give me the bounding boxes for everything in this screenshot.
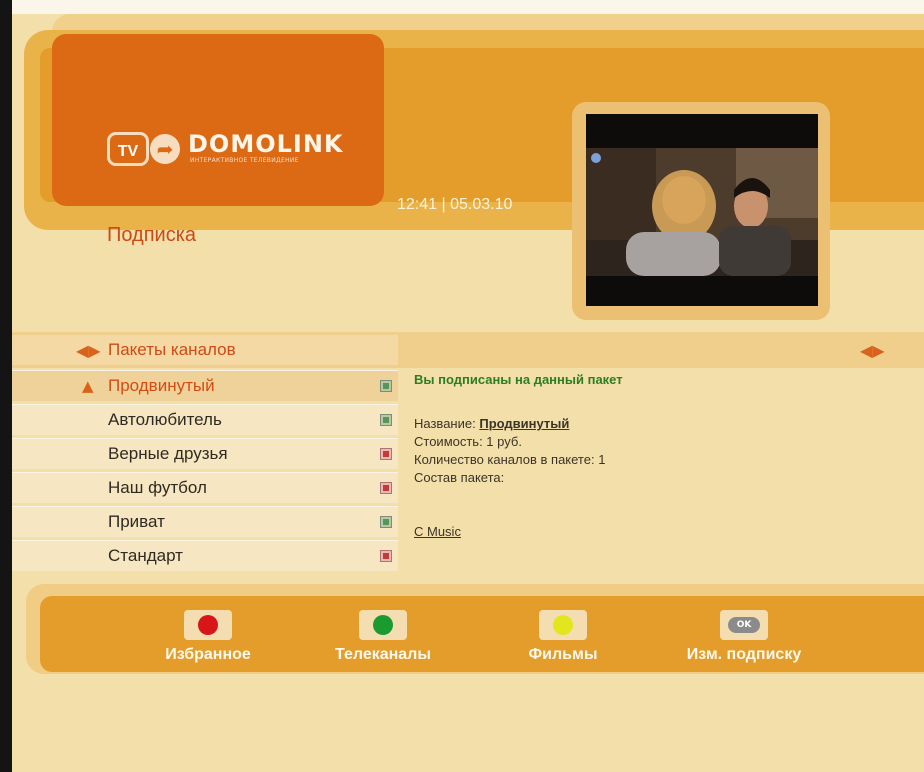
favorites-label: Избранное (165, 646, 251, 663)
change-subscription-label: Изм. подписку (686, 646, 802, 663)
yellow-key-icon (539, 610, 587, 640)
left-right-arrows-icon-right[interactable]: ◀▶ (860, 343, 885, 359)
section-label: Пакеты каналов (108, 340, 236, 359)
movies-label: Фильмы (528, 646, 598, 663)
not-subscribed-status-icon (380, 448, 392, 460)
not-subscribed-status-icon (380, 482, 392, 494)
list-item[interactable]: ▲ Продвинутый (12, 370, 398, 401)
green-key-icon (359, 610, 407, 640)
subscribed-status-icon (380, 380, 392, 392)
clock: 12:41 | 05.03.10 (397, 196, 513, 213)
package-composition: Состав пакета: (414, 470, 505, 485)
list-item[interactable]: Автолюбитель (12, 404, 398, 435)
logo-panel (52, 34, 384, 206)
logo-brand: DOMOLINK (188, 130, 344, 158)
red-key-icon (184, 610, 232, 640)
package-cost: Стоимость: 1 руб. (414, 434, 522, 449)
page-title: Подписка (107, 224, 197, 246)
list-item[interactable]: Верные друзья (12, 438, 398, 469)
up-down-arrows-icon: ▲ (82, 377, 94, 395)
subscribed-status-icon (380, 414, 392, 426)
package-name: Приват (108, 512, 165, 531)
list-item[interactable]: Стандарт (12, 540, 398, 571)
name-value: Продвинутый (479, 416, 570, 431)
subscribed-status-icon (380, 516, 392, 528)
tv-channels-button[interactable]: Телеканалы (308, 610, 458, 664)
favorites-button[interactable]: Избранное (133, 610, 283, 664)
not-subscribed-status-icon (380, 550, 392, 562)
movies-button[interactable]: Фильмы (498, 610, 628, 664)
list-item[interactable]: Приват (12, 506, 398, 537)
tv-channels-label: Телеканалы (334, 646, 432, 663)
package-name: Верные друзья (108, 444, 228, 463)
package-channel-count: Количество каналов в пакете: 1 (414, 452, 606, 467)
logo-tagline: ИНТЕРАКТИВНОЕ ТЕЛЕВИДЕНИЕ (190, 157, 299, 164)
video-preview (586, 114, 818, 306)
package-name: Наш футбол (108, 478, 207, 497)
tv-screen: TV ➦ DOMOLINK ИНТЕРАКТИВНОЕ ТЕЛЕВИДЕНИЕ … (12, 0, 924, 772)
logo-tv-icon: TV (107, 132, 149, 166)
left-right-arrows-icon[interactable]: ◀▶ (76, 343, 101, 359)
logo-arrow-icon: ➦ (150, 134, 180, 164)
name-label: Название: (414, 416, 476, 431)
package-name: Автолюбитель (108, 410, 222, 429)
video-scene (586, 148, 818, 276)
package-name: Стандарт (108, 546, 183, 565)
channel-link[interactable]: C Music (414, 524, 461, 539)
package-name-row: Название: Продвинутый (414, 416, 569, 431)
change-subscription-button[interactable]: OK Изм. подписку (659, 610, 829, 664)
list-item[interactable]: Наш футбол (12, 472, 398, 503)
screen-border (0, 0, 12, 772)
ok-key-icon: OK (720, 610, 768, 640)
package-name: Продвинутый (108, 376, 215, 395)
subscription-status: Вы подписаны на данный пакет (414, 372, 623, 387)
package-list: ▲ Продвинутый Автолюбитель Верные друзья… (12, 370, 398, 574)
screen-top-edge (12, 0, 924, 14)
